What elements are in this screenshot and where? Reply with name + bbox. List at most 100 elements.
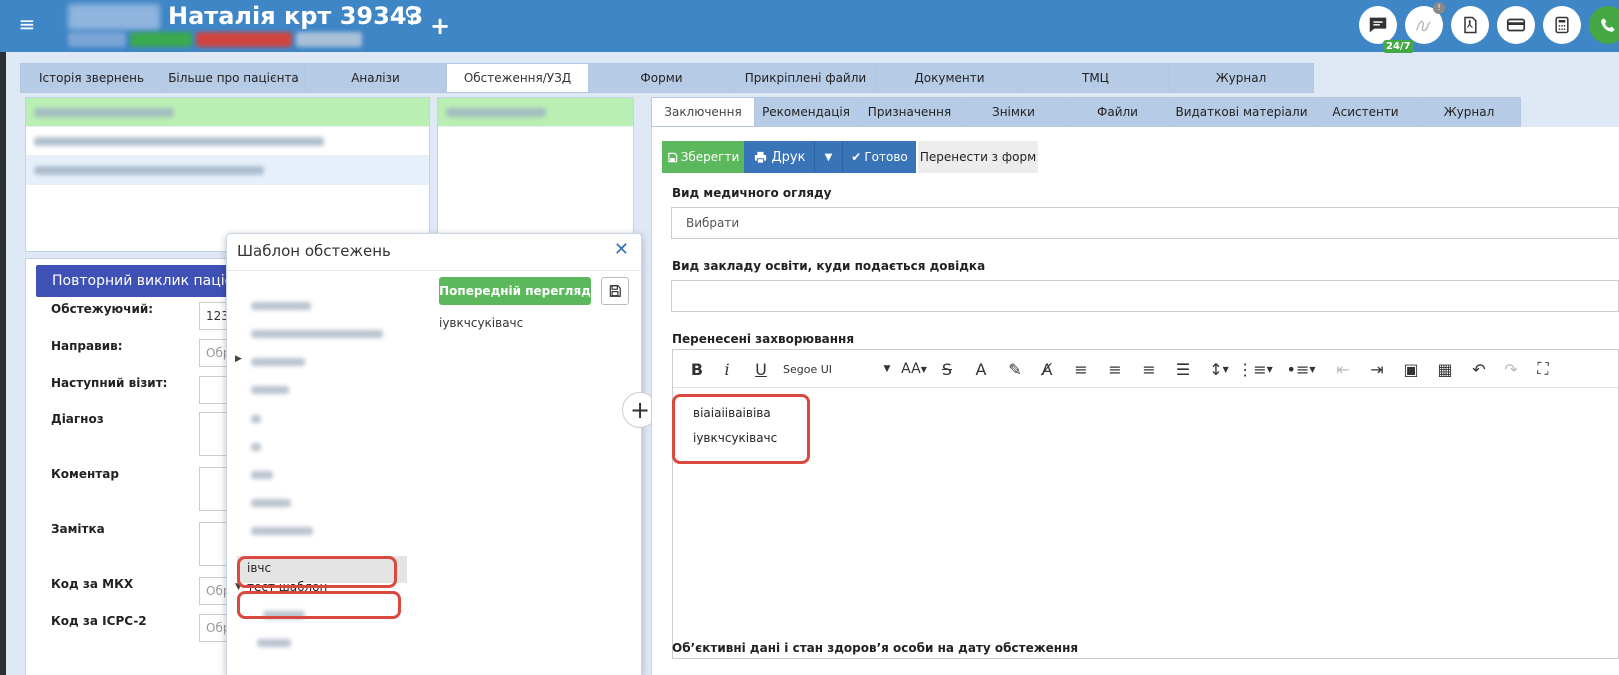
tree-item-text-blurred xyxy=(251,443,261,451)
underline-icon[interactable]: U xyxy=(751,358,771,380)
printer-icon xyxy=(754,151,766,164)
font-family-select[interactable]: Segoe UI xyxy=(783,358,883,380)
list-item[interactable] xyxy=(26,127,429,156)
list-item[interactable] xyxy=(26,156,429,185)
add-patient-button[interactable]: + xyxy=(430,12,450,40)
tree-item[interactable] xyxy=(251,383,289,403)
chat-icon xyxy=(1369,17,1387,33)
save-template-button[interactable] xyxy=(601,277,629,305)
highlight-brush-icon[interactable]: ✎ xyxy=(1005,358,1025,380)
patient-name: Наталія крт 39343 xyxy=(168,2,424,30)
insert-table-icon[interactable]: ▦ xyxy=(1435,358,1455,380)
tab-journal[interactable]: Журнал xyxy=(1168,63,1314,93)
examinations-list xyxy=(25,97,430,252)
chat-button[interactable]: 24/7 xyxy=(1359,6,1414,53)
school-type-input[interactable] xyxy=(671,280,1619,312)
tree-item[interactable] xyxy=(251,440,261,460)
tree-item[interactable] xyxy=(251,355,305,375)
tab-analyses[interactable]: Аналізи xyxy=(304,63,446,93)
align-center-icon[interactable]: ≡ xyxy=(1105,358,1125,380)
tab-conclusion[interactable]: Заключення xyxy=(651,97,754,127)
save-button[interactable]: Зберегти xyxy=(662,141,744,173)
template-dialog: Шаблон обстежень ✕ Попередній перегляд і… xyxy=(226,233,642,675)
examiner-label: Обстежуючий: xyxy=(51,302,154,316)
font-size-icon[interactable]: AA ▼ xyxy=(898,358,930,380)
header-icon-group: 24/7 ! xyxy=(1359,2,1619,53)
strikethrough-icon[interactable]: S xyxy=(937,358,957,380)
tree-caret-right-icon[interactable]: ▶ xyxy=(235,354,242,364)
calculator-button[interactable] xyxy=(1543,6,1581,44)
align-right-icon[interactable]: ≡ xyxy=(1139,358,1159,380)
ready-label: Готово xyxy=(864,150,908,164)
close-icon[interactable]: ✕ xyxy=(614,239,629,260)
signature-button[interactable]: ! xyxy=(1405,2,1445,44)
tab-examinations[interactable]: Обстеження/УЗД xyxy=(446,63,588,93)
tree-item[interactable] xyxy=(251,299,311,319)
exam-type-label: Вид медичного огляду xyxy=(672,186,832,200)
tree-item-text-blurred xyxy=(251,302,311,310)
tab-history[interactable]: Історія звернень xyxy=(20,63,162,93)
tree-item[interactable] xyxy=(251,327,383,347)
list-item[interactable] xyxy=(26,98,429,127)
indent-icon[interactable]: ⇥ xyxy=(1367,358,1387,380)
next-visit-label: Наступний візит: xyxy=(51,376,168,390)
tree-item[interactable] xyxy=(251,524,313,544)
tab-attached-files[interactable]: Прикріплені файли xyxy=(734,63,876,93)
payment-card-button[interactable] xyxy=(1497,6,1535,44)
tab-images[interactable]: Знімки xyxy=(961,97,1065,127)
tab-consumables[interactable]: Видаткові матеріали xyxy=(1169,97,1313,127)
tree-item-text-blurred xyxy=(251,527,313,535)
list-item[interactable] xyxy=(438,98,633,127)
badge-blurred xyxy=(296,32,362,47)
tab-files[interactable]: Файли xyxy=(1065,97,1169,127)
bold-icon[interactable]: B xyxy=(687,358,707,380)
tab-recommendation[interactable]: Рекомендація xyxy=(754,97,857,127)
tab-documents[interactable]: Документи xyxy=(876,63,1022,93)
tree-item-text-blurred xyxy=(251,330,383,338)
pdf-icon xyxy=(1464,16,1477,34)
align-justify-icon[interactable]: ☰ xyxy=(1173,358,1193,380)
line-height-icon[interactable]: ↕ ▼ xyxy=(1203,358,1235,380)
tree-item[interactable] xyxy=(251,412,261,432)
undo-icon[interactable]: ↶ xyxy=(1469,358,1489,380)
tree-item[interactable] xyxy=(251,468,273,488)
redo-icon[interactable]: ↷ xyxy=(1501,358,1521,380)
tree-item-text-blurred xyxy=(251,499,291,507)
print-options-dropdown[interactable]: ▼ xyxy=(814,141,842,173)
list-item-text-blurred xyxy=(34,108,174,117)
phone-button[interactable] xyxy=(1589,6,1619,44)
align-left-icon[interactable]: ≡ xyxy=(1071,358,1091,380)
tab-prescription[interactable]: Призначення xyxy=(857,97,961,127)
numbered-list-icon[interactable]: ⋮≡ ▼ xyxy=(1237,358,1273,380)
insert-image-icon[interactable]: ▣ xyxy=(1401,358,1421,380)
examination-dates-list xyxy=(437,97,634,252)
badge-blurred xyxy=(196,32,292,47)
outdent-icon[interactable]: ⇤ xyxy=(1333,358,1353,380)
tab-assistants[interactable]: Асистенти xyxy=(1313,97,1417,127)
pdf-button[interactable] xyxy=(1451,6,1489,44)
tab-tmc[interactable]: ТМЦ xyxy=(1022,63,1168,93)
bullet-list-icon[interactable]: •≡ ▼ xyxy=(1285,358,1317,380)
comment-label: Коментар xyxy=(51,467,119,481)
tree-item-text-blurred xyxy=(251,471,273,479)
fullscreen-icon[interactable]: ⛶ xyxy=(1533,358,1553,380)
tree-item[interactable] xyxy=(251,496,291,516)
warning-badge-icon: ! xyxy=(1433,2,1445,14)
print-button[interactable]: Друк xyxy=(744,141,814,173)
italic-icon[interactable]: i xyxy=(719,358,735,380)
transfer-from-forms-button[interactable]: Перенести з форм xyxy=(918,141,1038,173)
hamburger-menu-icon[interactable]: ≡ xyxy=(16,13,38,35)
tree-item[interactable] xyxy=(257,636,291,656)
tab-right-journal[interactable]: Журнал xyxy=(1417,97,1521,127)
preview-button[interactable]: Попередній перегляд xyxy=(439,277,591,305)
exam-type-select[interactable]: Вибрати xyxy=(671,207,1619,239)
font-dropdown-caret-icon[interactable]: ▼ xyxy=(881,358,893,380)
text-color-icon[interactable]: A xyxy=(971,358,991,380)
ready-button[interactable]: ✔ Готово xyxy=(842,141,916,173)
preview-content: іувкчсуківачс xyxy=(439,316,524,330)
clear-format-icon[interactable]: A̸ xyxy=(1037,358,1057,380)
tab-more-about-patient[interactable]: Більше про пацієнта xyxy=(162,63,304,93)
chat-badge: 24/7 xyxy=(1383,40,1414,53)
font-family-value: Segoe UI xyxy=(783,362,833,376)
tab-forms[interactable]: Форми xyxy=(588,63,734,93)
